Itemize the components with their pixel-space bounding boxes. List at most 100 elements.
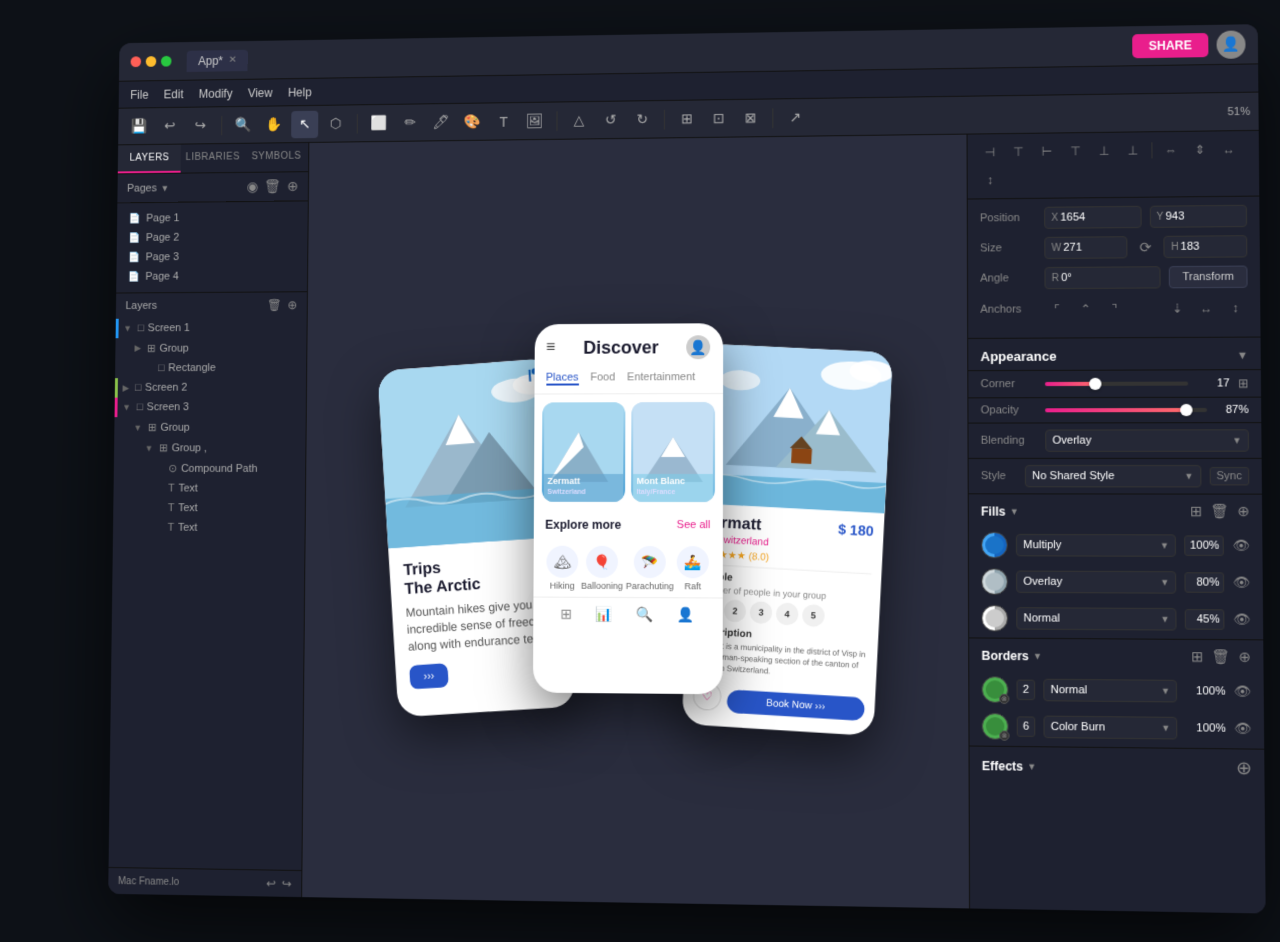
align-center-h-btn[interactable]: ⊤	[1006, 140, 1031, 164]
card-zermatt[interactable]: ZermattSwitzerland	[541, 402, 625, 502]
fill-opacity-3[interactable]: 45%	[1185, 609, 1225, 630]
borders-add-icon[interactable]: ⊕	[1238, 648, 1250, 666]
undo-tool[interactable]: ↩	[156, 112, 183, 139]
fill-visibility-1[interactable]: 👁	[1233, 538, 1250, 554]
layer-group-s3[interactable]: ▼ ⊞ Group	[114, 417, 305, 438]
export-tool[interactable]: ↗	[781, 103, 809, 131]
path-tool[interactable]: ⊠	[736, 104, 764, 132]
color-tool[interactable]: 🎨	[459, 108, 486, 136]
user-icon[interactable]: 👤	[687, 335, 711, 359]
save-tool[interactable]: 💾	[126, 113, 153, 140]
pan-tool[interactable]: ✋	[260, 111, 287, 139]
activity-hiking[interactable]: 🏔 Hiking	[546, 546, 578, 591]
tab-entertainment[interactable]: Entertainment	[627, 371, 695, 385]
layer-screen-2[interactable]: ▶ □ Screen 2	[115, 377, 306, 397]
align-center-v-btn[interactable]: ⊥	[1092, 139, 1117, 163]
layer-compound-path[interactable]: ▶ ⊙ Compound Path	[114, 458, 306, 479]
layer-group-nested[interactable]: ▼ ⊞ Group ,	[114, 437, 306, 458]
anchor-top-right[interactable]: ⌝	[1102, 297, 1127, 321]
rotate-right-tool[interactable]: ↻	[628, 106, 656, 134]
rectangle-tool[interactable]: ⬜	[365, 109, 392, 137]
add-layer-btn[interactable]: ⊕	[287, 298, 297, 312]
effects-collapse-icon[interactable]: ▼	[1027, 761, 1036, 771]
angle-r-input[interactable]: R 0°	[1044, 266, 1161, 289]
opacity-slider-thumb[interactable]	[1180, 404, 1193, 416]
fills-options-icon[interactable]: ⊞	[1190, 503, 1202, 520]
fill-blend-3[interactable]: Normal ▼	[1016, 607, 1177, 630]
layer-screen-1[interactable]: ▼ □ Screen 1	[116, 318, 307, 339]
see-all-link[interactable]: See all	[677, 519, 711, 531]
fill-blend-1[interactable]: Multiply ▼	[1016, 534, 1177, 557]
page-item-1[interactable]: 📄 Page 1	[117, 207, 308, 228]
dist-v-btn[interactable]: ⇕	[1187, 138, 1212, 162]
nav-home-icon[interactable]: ⊞	[560, 606, 572, 623]
close-window-btn[interactable]	[131, 56, 142, 67]
fill-blend-2[interactable]: Overlay ▼	[1016, 571, 1177, 594]
menu-view[interactable]: View	[248, 86, 273, 100]
anchor-top[interactable]: ⌃	[1073, 297, 1098, 321]
zoom-tool[interactable]: 🔍	[230, 111, 257, 139]
num-3[interactable]: 3	[749, 601, 772, 624]
pen-tool[interactable]: 🖊	[427, 108, 454, 136]
menu-file[interactable]: File	[130, 88, 149, 102]
border-visibility-1[interactable]: 👁	[1234, 683, 1251, 700]
anchor-tool[interactable]: ⬡	[322, 110, 349, 138]
menu-help[interactable]: Help	[288, 85, 312, 99]
expand-icon-screen3[interactable]: ▼	[122, 402, 131, 412]
fill-swatch-1[interactable]	[981, 532, 1008, 558]
add-page-icon[interactable]: ⊕	[287, 178, 298, 195]
border-blend-2[interactable]: Color Burn ▼	[1043, 716, 1177, 740]
style-dropdown[interactable]: No Shared Style ▼	[1025, 465, 1201, 487]
border-swatch-2[interactable]: ⊗	[982, 713, 1009, 740]
layer-screen-3[interactable]: ▼ □ Screen 3	[115, 397, 306, 417]
align-top-btn[interactable]: ⊤	[1063, 139, 1088, 163]
tab-food[interactable]: Food	[590, 371, 615, 385]
fill-visibility-3[interactable]: 👁	[1233, 611, 1250, 628]
card-montblanc[interactable]: Mont BlancItaly/France	[631, 402, 715, 502]
title-tab[interactable]: App* ✕	[187, 49, 249, 71]
fill-opacity-1[interactable]: 100%	[1185, 535, 1225, 556]
transform-button[interactable]: Transform	[1169, 266, 1248, 289]
num-5[interactable]: 5	[801, 604, 824, 627]
size-h-input[interactable]: H 183	[1164, 235, 1248, 258]
layer-text-1[interactable]: ▶ T Text	[113, 479, 305, 499]
blending-dropdown[interactable]: Overlay ▼	[1045, 429, 1249, 452]
border-width-2[interactable]: 6	[1017, 716, 1036, 737]
align-right-btn[interactable]: ⊢	[1035, 139, 1060, 163]
expand-icon-group-s1[interactable]: ▶	[134, 343, 141, 354]
corner-slider-thumb[interactable]	[1089, 378, 1101, 390]
layer-text-2[interactable]: ▶ T Text	[113, 498, 305, 518]
nav-profile-icon[interactable]: 👤	[677, 606, 694, 623]
tab-layers[interactable]: LAYERS	[118, 145, 181, 174]
num-4[interactable]: 4	[775, 602, 798, 625]
align-bottom-btn[interactable]: ⊥	[1121, 138, 1146, 162]
fills-add-icon[interactable]: ⊕	[1237, 503, 1249, 520]
toggle-visibility-icon[interactable]: ◉	[247, 179, 259, 196]
border-blend-1[interactable]: Normal ▼	[1043, 679, 1177, 703]
share-button[interactable]: SHARE	[1132, 33, 1208, 58]
expand-icon-screen1[interactable]: ▼	[123, 324, 132, 334]
page-item-3[interactable]: 📄 Page 3	[117, 246, 308, 267]
borders-options-icon[interactable]: ⊞	[1191, 648, 1203, 666]
group-tool[interactable]: ⊞	[673, 105, 701, 133]
tab-libraries[interactable]: LIBRARIES	[181, 144, 245, 173]
border-width-1[interactable]: 2	[1017, 680, 1036, 701]
anchor-center-h[interactable]: ↔	[1194, 296, 1219, 320]
align-left-btn[interactable]: ⊣	[978, 140, 1002, 164]
redo-bottom-icon[interactable]: ↪	[282, 877, 292, 891]
num-2[interactable]: 2	[723, 599, 746, 622]
select-tool[interactable]: ↖	[291, 110, 318, 138]
mask-tool[interactable]: ⊡	[705, 104, 733, 132]
tab-symbols[interactable]: SYMBOLS	[244, 143, 308, 172]
activity-raft[interactable]: 🚣 Raft	[677, 546, 709, 591]
layer-group-s1[interactable]: ▶ ⊞ Group	[115, 337, 306, 358]
fill-swatch-3[interactable]	[981, 605, 1008, 632]
corner-slider[interactable]	[1045, 382, 1188, 386]
position-y-input[interactable]: Y 943	[1149, 205, 1247, 228]
undo-bottom-icon[interactable]: ↩	[266, 876, 276, 890]
borders-collapse-icon[interactable]: ▼	[1033, 651, 1042, 661]
delete-page-icon[interactable]: 🗑	[264, 178, 281, 195]
image-tool[interactable]: 🖼	[521, 107, 549, 135]
expand-icon-group-nested[interactable]: ▼	[145, 443, 154, 453]
layer-rectangle[interactable]: ▶ □ Rectangle	[115, 358, 306, 378]
